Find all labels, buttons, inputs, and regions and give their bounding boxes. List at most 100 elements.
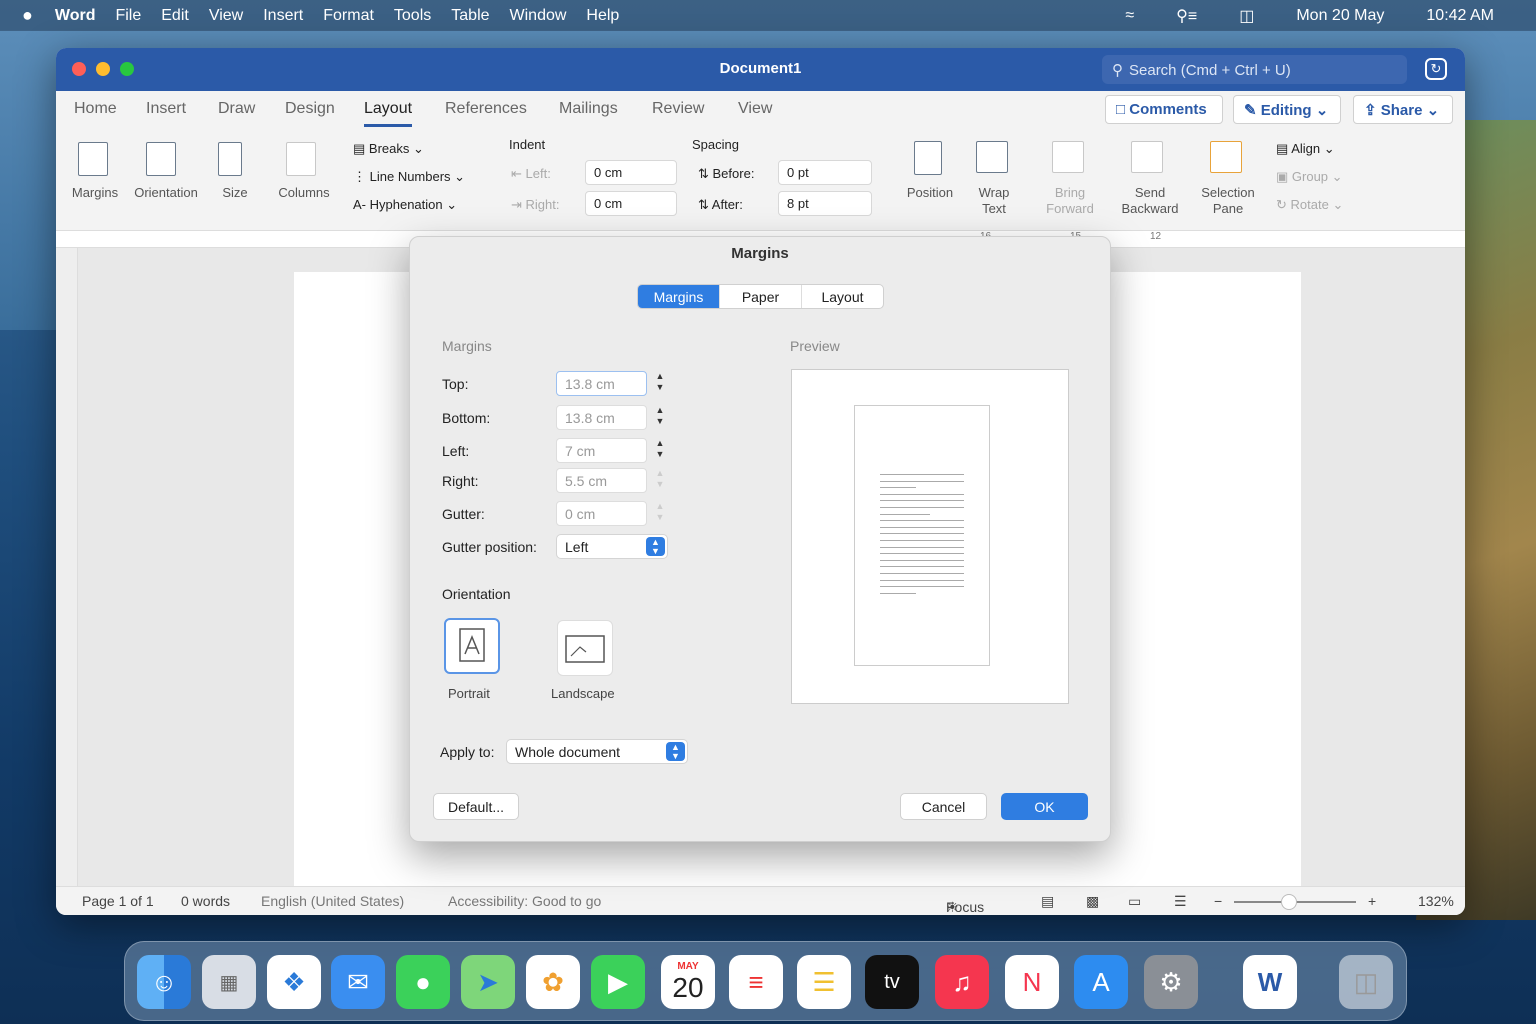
apple-menu-icon[interactable]: ● xyxy=(22,5,33,26)
bottom-margin-field[interactable]: 13.8 cm xyxy=(556,405,647,430)
tab-layout[interactable]: Layout xyxy=(364,100,413,127)
cancel-button[interactable]: Cancel xyxy=(900,793,987,820)
portrait-label[interactable]: Portrait xyxy=(448,686,490,701)
menu-help[interactable]: Help xyxy=(586,7,619,25)
bottom-margin-stepper[interactable]: ▲ ▼ xyxy=(653,405,667,430)
send-backward-button-label[interactable]: Send Backward xyxy=(1116,185,1184,217)
indent-left-field[interactable]: 0 cm xyxy=(585,160,677,185)
landscape-label[interactable]: Landscape xyxy=(551,686,615,701)
gutter-position-select[interactable]: Left ▲ ▼ xyxy=(556,534,668,559)
menu-edit[interactable]: Edit xyxy=(161,7,189,25)
bring-forward-icon[interactable] xyxy=(1052,141,1084,173)
vertical-ruler[interactable] xyxy=(56,248,78,888)
messages-icon[interactable]: ● xyxy=(396,955,450,1009)
wrap-text-icon[interactable] xyxy=(976,141,1008,173)
comments-button[interactable]: □ Comments xyxy=(1105,95,1223,124)
columns-icon[interactable] xyxy=(286,142,316,176)
default-button[interactable]: Default... xyxy=(433,793,519,820)
menu-app-word[interactable]: Word xyxy=(55,7,96,25)
line-numbers-button[interactable]: ⋮ Line Numbers ⌄ xyxy=(353,169,465,185)
right-margin-stepper[interactable]: ▲ ▼ xyxy=(653,468,667,493)
notes-icon[interactable]: ☰ xyxy=(797,955,851,1009)
tab-margins[interactable]: Margins xyxy=(638,285,720,308)
control-center-icon[interactable]: ◫ xyxy=(1239,6,1254,26)
zoom-level[interactable]: 132% xyxy=(1418,893,1454,909)
menu-window[interactable]: Window xyxy=(510,7,567,25)
top-margin-stepper[interactable]: ▲ ▼ xyxy=(653,371,667,396)
left-margin-field[interactable]: 7 cm xyxy=(556,438,647,463)
word-count[interactable]: 0 words xyxy=(181,893,230,909)
zoom-out-icon[interactable]: − xyxy=(1214,893,1222,909)
draft-icon[interactable]: ☰ xyxy=(1174,893,1187,910)
zoom-in-icon[interactable]: + xyxy=(1368,893,1376,909)
trash-icon[interactable]: ◫ xyxy=(1339,955,1393,1009)
print-layout-icon[interactable]: ▤ xyxy=(1041,893,1054,910)
send-backward-icon[interactable] xyxy=(1131,141,1163,173)
menu-table[interactable]: Table xyxy=(451,7,489,25)
app-store-icon[interactable]: A xyxy=(1074,955,1128,1009)
apple-tv-icon[interactable]: tv xyxy=(865,955,919,1009)
web-layout-icon[interactable]: ▩ xyxy=(1086,893,1099,910)
tab-paper[interactable]: Paper xyxy=(720,285,802,308)
wrap-text-button-label[interactable]: Wrap Text xyxy=(964,185,1024,217)
menu-date[interactable]: Mon 20 May xyxy=(1296,7,1384,25)
orientation-icon[interactable] xyxy=(146,142,176,176)
system-preferences-icon[interactable]: ⚙ xyxy=(1144,955,1198,1009)
menu-view[interactable]: View xyxy=(209,7,243,25)
orientation-button-label[interactable]: Orientation xyxy=(130,185,202,200)
spotlight-icon[interactable]: ⚲≡ xyxy=(1176,6,1197,26)
safari-icon[interactable]: ❖ xyxy=(267,955,321,1009)
photos-icon[interactable]: ✿ xyxy=(526,955,580,1009)
tab-view[interactable]: View xyxy=(738,100,772,118)
hyphenation-button[interactable]: A‐ Hyphenation ⌄ xyxy=(353,197,457,213)
facetime-icon[interactable]: ▶ xyxy=(591,955,645,1009)
gutter-field[interactable]: 0 cm xyxy=(556,501,647,526)
tab-references[interactable]: References xyxy=(445,100,527,118)
tab-design[interactable]: Design xyxy=(285,100,335,118)
menu-format[interactable]: Format xyxy=(323,7,374,25)
share-button[interactable]: ⇪ Share ⌄ xyxy=(1353,95,1453,124)
spacing-after-field[interactable]: 8 pt xyxy=(778,191,872,216)
menu-time[interactable]: 10:42 AM xyxy=(1426,7,1494,25)
rotate-button[interactable]: ↻ Rotate ⌄ xyxy=(1276,197,1343,213)
menu-insert[interactable]: Insert xyxy=(263,7,303,25)
size-button-label[interactable]: Size xyxy=(212,185,258,200)
right-margin-field[interactable]: 5.5 cm xyxy=(556,468,647,493)
menu-tools[interactable]: Tools xyxy=(394,7,431,25)
breaks-button[interactable]: ▤ Breaks ⌄ xyxy=(353,141,424,157)
tab-home[interactable]: Home xyxy=(74,100,117,118)
portrait-option[interactable] xyxy=(444,618,500,674)
outline-icon[interactable]: ▭ xyxy=(1128,893,1141,910)
left-margin-stepper[interactable]: ▲ ▼ xyxy=(653,438,667,463)
calendar-icon[interactable]: MAY 20 xyxy=(661,955,715,1009)
menu-file[interactable]: File xyxy=(115,7,141,25)
selection-pane-icon[interactable] xyxy=(1210,141,1242,173)
tab-insert[interactable]: Insert xyxy=(146,100,186,118)
reminders-icon[interactable]: ≡ xyxy=(729,955,783,1009)
news-icon[interactable]: N xyxy=(1005,955,1059,1009)
sync-icon[interactable]: ↻ xyxy=(1425,58,1447,80)
landscape-option[interactable] xyxy=(557,620,613,676)
page-count[interactable]: Page 1 of 1 xyxy=(82,893,154,909)
language-status[interactable]: English (United States) xyxy=(261,893,404,909)
apply-to-select[interactable]: Whole document ▲ ▼ xyxy=(506,739,688,764)
size-icon[interactable] xyxy=(218,142,242,176)
selection-pane-button-label[interactable]: Selection Pane xyxy=(1194,185,1262,217)
mail-icon[interactable]: ✉ xyxy=(331,955,385,1009)
align-button[interactable]: ▤ Align ⌄ xyxy=(1276,141,1335,157)
gutter-stepper[interactable]: ▲ ▼ xyxy=(653,501,667,526)
search-field[interactable]: ⚲ Search (Cmd + Ctrl + U) xyxy=(1102,55,1407,84)
position-button-label[interactable]: Position xyxy=(900,185,960,200)
word-icon[interactable]: W xyxy=(1243,955,1297,1009)
zoom-slider-handle[interactable] xyxy=(1280,894,1297,910)
group-button[interactable]: ▣ Group ⌄ xyxy=(1276,169,1343,185)
ok-button[interactable]: OK xyxy=(1001,793,1088,820)
editing-button[interactable]: ✎ Editing ⌄ xyxy=(1233,95,1341,124)
margins-button-label[interactable]: Margins xyxy=(66,185,124,200)
launchpad-icon[interactable]: ▦ xyxy=(202,955,256,1009)
finder-icon[interactable]: ☺ xyxy=(137,955,191,1009)
tab-mailings[interactable]: Mailings xyxy=(559,100,618,118)
bring-forward-button-label[interactable]: Bring Forward xyxy=(1038,185,1102,217)
wifi-icon[interactable]: ≈ xyxy=(1125,7,1134,25)
tab-review[interactable]: Review xyxy=(652,100,704,118)
